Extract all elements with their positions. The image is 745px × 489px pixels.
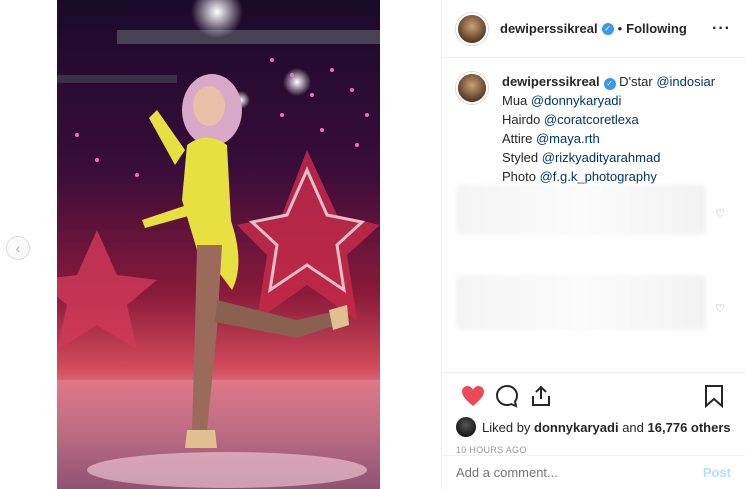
caption-line-prefix: Attire [502,131,536,146]
post-actions: Liked by donnykaryadi and 16,776 others … [442,372,745,455]
liked-by-label: Liked by [482,419,531,435]
stage-scene-illustration [57,0,380,489]
post-photo[interactable] [57,0,380,489]
caption-author-avatar[interactable] [456,72,488,104]
mention-link[interactable]: @coratcoretlexa [544,112,639,127]
verified-badge-icon: ✓ [601,22,614,35]
header-separator: • [617,21,623,36]
liker-username[interactable]: donnykaryadi [534,420,619,435]
previous-post-button[interactable]: ‹ [6,236,30,260]
caption-line-prefix: Hairdo [502,112,544,127]
mention-link[interactable]: @rizkyadityarahmad [542,150,661,165]
bookmark-icon[interactable] [697,379,731,413]
caption-username[interactable]: dewiperssikreal [502,74,600,89]
liker-avatar[interactable] [456,417,476,437]
caption-text: dewiperssikreal ✓ D'star @indosiar Mua @d… [502,72,715,186]
heart-icon[interactable] [456,379,490,413]
author-username[interactable]: dewiperssikreal [500,21,598,36]
mention-link[interactable]: @maya.rth [536,131,600,146]
likes-and-label: and [622,419,644,435]
following-button[interactable]: Following [626,21,687,36]
likes-count[interactable]: 16,776 others [648,420,731,435]
mention-link[interactable]: @donnykaryadi [531,93,622,108]
comment-like-heart-icon[interactable]: ♡ [715,207,725,220]
post-comment-button[interactable]: Post [703,465,731,480]
post-details-panel: dewiperssikreal ✓ • Following ··· dewipe… [441,0,745,489]
author-avatar[interactable] [456,12,488,45]
chevron-left-icon: ‹ [15,240,21,256]
caption-verified-badge-icon: ✓ [603,77,616,90]
blurred-comment [456,275,706,330]
more-options-icon[interactable]: ··· [712,20,731,38]
caption-line-prefix: Photo [502,169,540,184]
post-header: dewiperssikreal ✓ • Following ··· [442,0,745,58]
comment-bar: Post [442,455,745,489]
comment-input[interactable] [456,465,703,480]
comment-icon[interactable] [490,379,524,413]
share-icon[interactable] [524,379,558,413]
caption-section: dewiperssikreal ✓ D'star @indosiar Mua @d… [456,72,731,186]
post-timestamp[interactable]: 10 HOURS AGO [456,445,731,455]
caption-line-prefix: Mua [502,93,531,108]
blurred-comment [456,185,706,235]
caption-line-prefix: D'star [615,74,657,89]
caption-line-prefix: Styled [502,150,542,165]
mention-link[interactable]: @indosiar [656,74,715,89]
likes-summary: Liked by donnykaryadi and 16,776 others [456,417,731,437]
mention-link[interactable]: @f.g.k_photography [540,169,657,184]
comment-like-heart-icon[interactable]: ♡ [715,302,725,315]
